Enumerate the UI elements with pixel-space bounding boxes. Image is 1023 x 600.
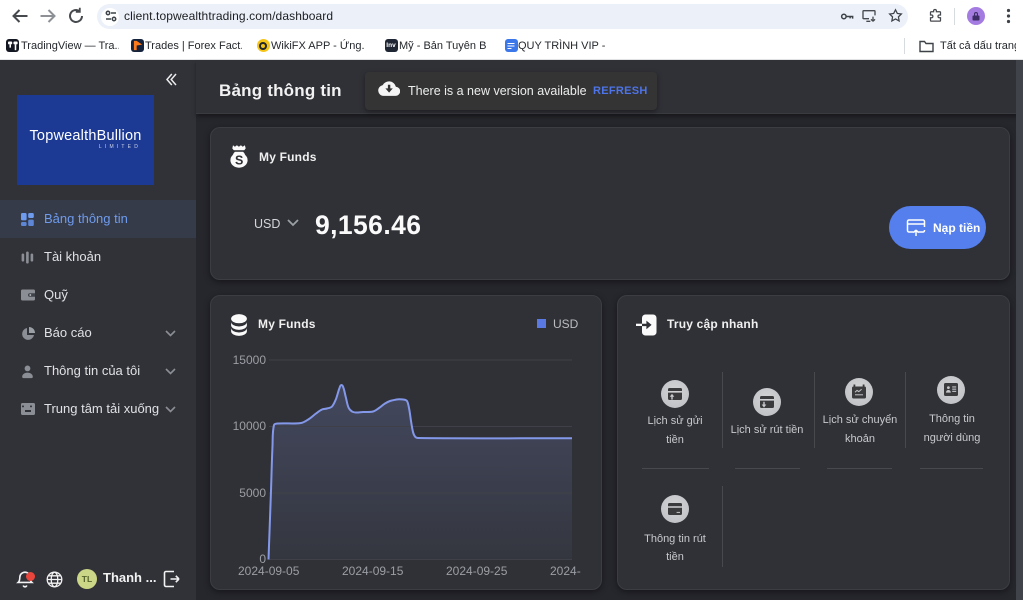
- svg-text:S: S: [235, 154, 243, 168]
